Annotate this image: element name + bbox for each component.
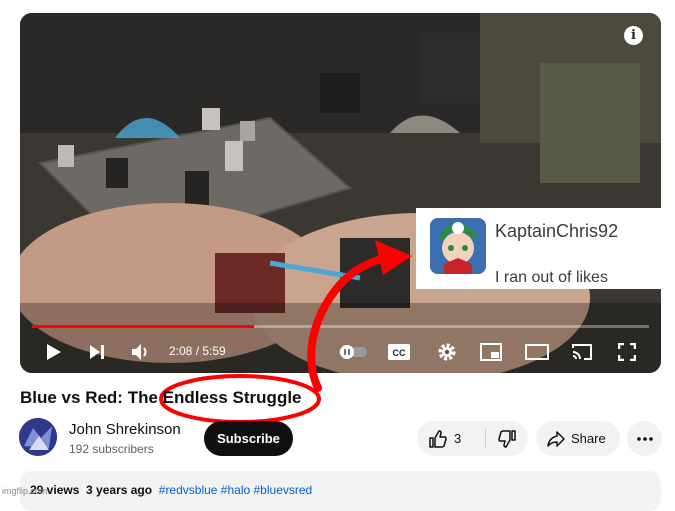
- commenter-avatar: [430, 218, 486, 274]
- video-title: Blue vs Red: The Endless Struggle: [20, 388, 302, 407]
- comment-text: I ran out of likes: [495, 269, 608, 286]
- autoplay-toggle-icon[interactable]: [336, 339, 370, 365]
- thumbs-down-icon: [498, 430, 516, 448]
- description-box[interactable]: 29 views 3 years ago #redvsblue #halo #b…: [20, 471, 661, 511]
- subscribe-button[interactable]: Subscribe: [204, 421, 293, 456]
- miniplayer-icon[interactable]: [478, 339, 504, 365]
- more-dots-icon: [636, 436, 653, 441]
- captions-icon[interactable]: CC: [386, 339, 412, 365]
- video-player[interactable]: i 2:08 / 5:59 CC: [20, 13, 661, 373]
- share-arrow-icon: [547, 431, 565, 447]
- video-frame: [20, 13, 661, 373]
- settings-gear-icon[interactable]: [434, 339, 460, 365]
- channel-name[interactable]: John Shrekinson: [69, 421, 181, 438]
- like-button[interactable]: 3: [417, 421, 474, 456]
- like-dislike-bar: 3: [417, 421, 528, 456]
- share-button[interactable]: Share: [536, 421, 620, 456]
- more-options-button[interactable]: [627, 421, 662, 456]
- channel-avatar[interactable]: [19, 418, 57, 456]
- description-meta: 29 views 3 years ago #redvsblue #halo #b…: [30, 483, 312, 497]
- volume-icon[interactable]: [128, 339, 154, 365]
- player-controls: 2:08 / 5:59 CC: [20, 331, 661, 373]
- svg-text:CC: CC: [393, 348, 406, 358]
- play-icon[interactable]: [40, 339, 66, 365]
- thumbs-up-icon: [429, 430, 447, 448]
- theater-icon[interactable]: [524, 339, 550, 365]
- hashtags[interactable]: #redvsblue #halo #bluevsred: [159, 483, 312, 497]
- fullscreen-icon[interactable]: [614, 339, 640, 365]
- next-icon[interactable]: [84, 339, 110, 365]
- dislike-button[interactable]: [486, 421, 528, 456]
- subscriber-count: 192 subscribers: [69, 442, 154, 456]
- info-icon[interactable]: i: [624, 26, 643, 45]
- time-display: 2:08 / 5:59: [169, 344, 226, 358]
- comment-username: KaptainChris92: [495, 221, 619, 241]
- like-count: 3: [454, 431, 462, 446]
- cast-icon[interactable]: [569, 339, 595, 365]
- upload-age: 3 years ago: [86, 483, 153, 497]
- watermark: imgflip.com: [2, 486, 48, 496]
- progress-bar-fill: [32, 325, 255, 328]
- share-label: Share: [571, 431, 606, 446]
- comment-overlay: KaptainChris92 I ran out of likes: [416, 208, 661, 289]
- progress-bar[interactable]: [32, 325, 649, 328]
